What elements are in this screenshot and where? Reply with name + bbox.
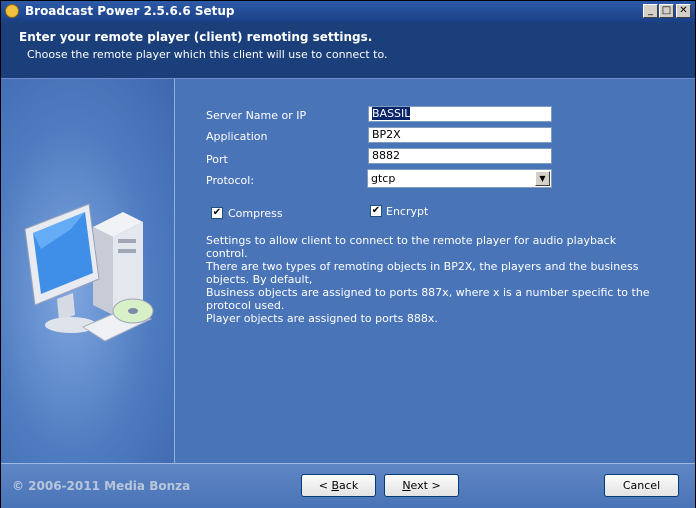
- header-subtitle: Choose the remote player which this clie…: [27, 48, 388, 61]
- copyright-text: © 2006-2011 Media Bonza: [12, 479, 191, 493]
- server-value: BASSIL: [372, 107, 411, 120]
- next-hotkey: N: [402, 479, 411, 492]
- protocol-label: Protocol:: [206, 174, 255, 187]
- info-line-3: Business objects are assigned to ports 8…: [206, 286, 650, 312]
- side-banner: [1, 79, 175, 463]
- encrypt-label[interactable]: Encrypt: [386, 205, 428, 218]
- header-title: Enter your remote player (client) remoti…: [19, 30, 373, 44]
- wizard-header: Enter your remote player (client) remoti…: [1, 22, 695, 79]
- server-label: Server Name or IP: [206, 109, 307, 122]
- window-title: Broadcast Power 2.5.6.6 Setup: [25, 4, 235, 18]
- info-line-2: There are two types of remoting objects …: [206, 260, 639, 286]
- dropdown-arrow-icon[interactable]: ▼: [535, 171, 550, 186]
- server-input[interactable]: BASSIL: [368, 106, 552, 122]
- cancel-button[interactable]: Cancel: [604, 474, 679, 497]
- port-input[interactable]: 8882: [368, 148, 552, 164]
- maximize-button[interactable]: □: [659, 4, 674, 18]
- app-icon: [5, 4, 19, 18]
- wizard-footer: © 2006-2011 Media Bonza < Back Next > Ca…: [1, 463, 695, 508]
- compress-checkbox[interactable]: ✔: [211, 207, 223, 219]
- compress-label[interactable]: Compress: [228, 207, 283, 220]
- protocol-value: gtcp: [371, 172, 396, 185]
- info-line-4: Player objects are assigned to ports 888…: [206, 312, 438, 325]
- title-bar[interactable]: Broadcast Power 2.5.6.6 Setup _ □ ✕: [1, 1, 695, 22]
- info-text: Settings to allow client to connect to t…: [206, 234, 656, 325]
- computer-icon: [24, 203, 154, 342]
- minimize-button[interactable]: _: [643, 4, 658, 18]
- info-line-1: Settings to allow client to connect to t…: [206, 234, 617, 260]
- protocol-select[interactable]: gtcp ▼: [367, 169, 552, 188]
- next-button[interactable]: Next >: [384, 474, 459, 497]
- back-hotkey: B: [331, 479, 340, 492]
- setup-window: Broadcast Power 2.5.6.6 Setup _ □ ✕ Ente…: [0, 0, 696, 508]
- application-label: Application: [206, 130, 268, 143]
- port-label: Port: [206, 153, 228, 166]
- application-input[interactable]: BP2X: [368, 127, 552, 143]
- encrypt-checkbox[interactable]: ✔: [370, 205, 382, 217]
- back-button[interactable]: < Back: [301, 474, 376, 497]
- close-button[interactable]: ✕: [676, 4, 691, 18]
